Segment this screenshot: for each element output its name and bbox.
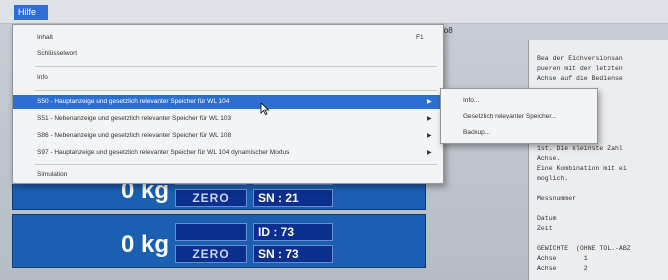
menu-item-label: S86 - Nebenanzeige und gesetzlich releva… — [37, 132, 232, 139]
menu-separator — [35, 90, 437, 91]
submenu-item-label: Backup... — [463, 129, 491, 136]
id-display: ID : 73 — [253, 223, 333, 241]
submenu-item-label: Info... — [463, 97, 480, 104]
mouse-pointer-icon — [260, 103, 270, 115]
menu-item-s97[interactable]: S97 - Hauptanzeige und gesetzlich releva… — [13, 146, 443, 160]
menu-item-s86[interactable]: S86 - Nebenanzeige und gesetzlich releva… — [13, 129, 443, 143]
menu-item-info[interactable]: Info — [13, 71, 443, 85]
menu-item-simulation[interactable]: Simulation — [13, 168, 443, 182]
zero-button[interactable]: ZERO — [175, 189, 247, 207]
chevron-right-icon: ▶ — [427, 133, 432, 139]
zero-button[interactable]: ZERO — [175, 245, 247, 263]
menu-item-schluesselwort[interactable]: Schlüsselwort — [13, 47, 443, 61]
menu-hilfe[interactable]: Hilfe — [14, 5, 48, 20]
menu-item-label: Inhalt — [37, 34, 53, 41]
weight-display: 0 kg — [120, 231, 169, 258]
sn-display: SN : 21 — [253, 189, 333, 207]
menu-item-inhalt[interactable]: Inhalt F1 — [13, 31, 443, 45]
document-preview: Bea der Eichversionsan pueren mit der let… — [528, 40, 668, 280]
scale-panel-2: 0 kg ZERO ID : 73 SN : 73 — [12, 214, 426, 268]
menu-item-label: S51 - Nebenanzeige und gesetzlich releva… — [37, 115, 232, 122]
sn-display: SN : 73 — [253, 245, 333, 263]
help-menu-dropdown: Inhalt F1 Schlüsselwort Info S50 - Haupt… — [12, 24, 444, 184]
menu-separator — [35, 164, 437, 165]
chevron-right-icon: ▶ — [427, 99, 432, 105]
status-box — [175, 223, 247, 241]
submenu-item-info[interactable]: Info... — [441, 93, 597, 108]
chevron-right-icon: ▶ — [427, 150, 432, 156]
menu-item-label: Info — [37, 74, 48, 81]
menu-item-s51[interactable]: S51 - Nebenanzeige und gesetzlich releva… — [13, 112, 443, 126]
submenu-item-backup[interactable]: Backup... — [441, 125, 597, 140]
chevron-right-icon: ▶ — [427, 116, 432, 122]
menu-item-shortcut: F1 — [416, 34, 424, 41]
menu-separator — [35, 66, 437, 67]
s50-submenu: Info... Gesetzlich relevanter Speicher..… — [440, 88, 598, 144]
menu-item-label: Simulation — [37, 171, 68, 178]
menu-item-label: S50 - Hauptanzeige und gesetzlich releva… — [37, 98, 230, 105]
menu-item-s50[interactable]: S50 - Hauptanzeige und gesetzlich releva… — [13, 95, 443, 109]
menu-bar: Hilfe — [0, 0, 668, 24]
menu-item-label: S97 - Hauptanzeige und gesetzlich releva… — [37, 149, 290, 156]
submenu-item-gesetzlich-relevanter-speicher[interactable]: Gesetzlich relevanter Speicher... — [441, 109, 597, 124]
menu-item-label: Schlüsselwort — [37, 50, 78, 57]
submenu-item-label: Gesetzlich relevanter Speicher... — [463, 113, 557, 120]
